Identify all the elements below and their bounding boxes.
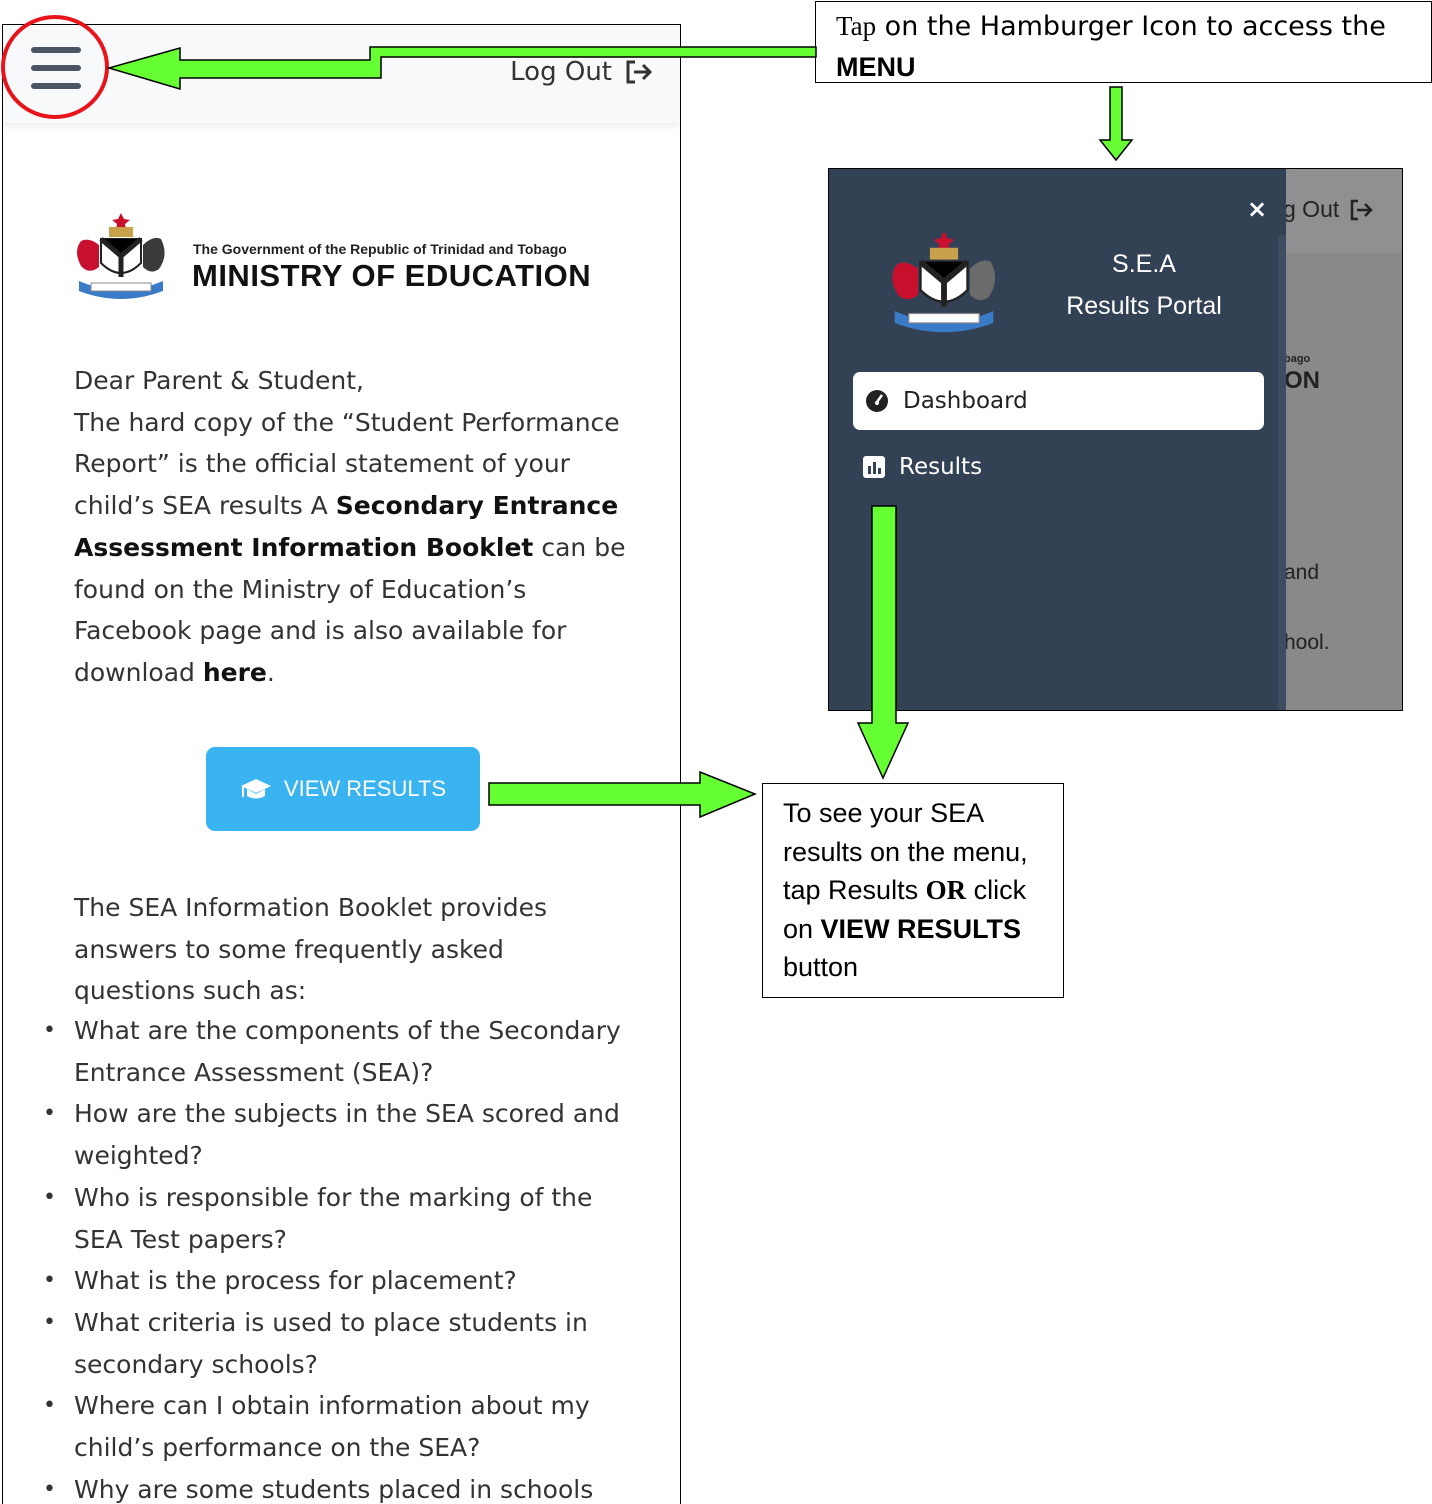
view-results-label: VIEW RESULTS [283,776,447,801]
background-text-on: ON [1284,367,1320,394]
bar-chart-icon [863,456,885,478]
coat-of-arms [892,231,996,333]
portal-title-line2: Results Portal [1066,292,1222,320]
close-icon[interactable]: × [1247,195,1267,223]
faq-intro: The SEA Information Booklet provides ans… [74,893,548,1006]
drawer-scrollbar[interactable] [1278,235,1286,710]
background-text-and: and [1284,561,1320,584]
callout-hamburger-text: on the Hamburger Icon to access the [876,11,1386,42]
faq-item: Who is responsible for the marking of th… [43,1177,634,1260]
arrow-results-to-callout [856,505,910,780]
letter-text-3: . [266,657,275,687]
faq-item: Where can I obtain information about my … [43,1385,634,1468]
highlight-circle [1,15,109,119]
background-logout-label: g Out [1283,196,1340,222]
callout-menu-word: MENU [836,52,916,82]
menu-item-results-label: Results [899,454,983,480]
graduation-cap-icon [240,779,271,799]
menu-item-dashboard[interactable]: Dashboard [853,372,1264,430]
callout-button-word: button [783,952,859,982]
background-text-ool: hool. [1284,631,1330,654]
faq-item: Why are some students placed in schools [43,1469,634,1504]
background-text-ago: bago [1284,353,1311,365]
callout-tap-word: Tap [836,11,877,41]
parent-letter: Dear Parent & Student, The hard copy of … [74,360,629,694]
faq-item: What is the process for placement? [43,1260,634,1302]
letter-body: The hard copy of the “Student Performanc… [74,402,629,694]
portal-title: S.E.A Results Portal [1044,243,1244,327]
menu-item-results[interactable]: Results [863,454,982,480]
arrow-to-hamburger [106,46,817,91]
arrow-view-results-to-callout [488,770,757,819]
download-here-link[interactable]: here [203,658,267,687]
letter-greeting: Dear Parent & Student, [74,366,364,395]
faq-item: What criteria is used to place students … [43,1302,634,1385]
faq-item: How are the subjects in the SEA scored a… [43,1093,634,1176]
menu-item-dashboard-label: Dashboard [903,388,1028,414]
menu-screenshot: g Out bago ON and hool. × S.E.A Results … [828,168,1403,711]
faq-list: What are the components of the Secondary… [43,1010,634,1504]
phone-screen: Log Out The Government of the Republic o… [2,24,681,1504]
callout-hamburger: Tap on the Hamburger Icon to access the … [815,1,1432,83]
government-line: The Government of the Republic of Trinid… [193,241,567,257]
coat-of-arms [77,213,165,299]
faq-item: What are the components of the Secondary… [43,1010,634,1093]
callout-view-results-word: VIEW RESULTS [820,913,1022,944]
view-results-button[interactable]: VIEW RESULTS [206,747,480,831]
background-logout: g Out [1283,196,1375,223]
portal-title-line1: S.E.A [1112,250,1176,278]
dashboard-gauge-icon [866,390,888,412]
callout-or-word: OR [925,875,967,905]
callout-results: To see your SEA results on the menu, tap… [762,783,1064,998]
ministry-title: MINISTRY OF EDUCATION [192,258,592,293]
arrow-down-to-menu [1098,86,1134,162]
logout-icon [1351,199,1374,220]
